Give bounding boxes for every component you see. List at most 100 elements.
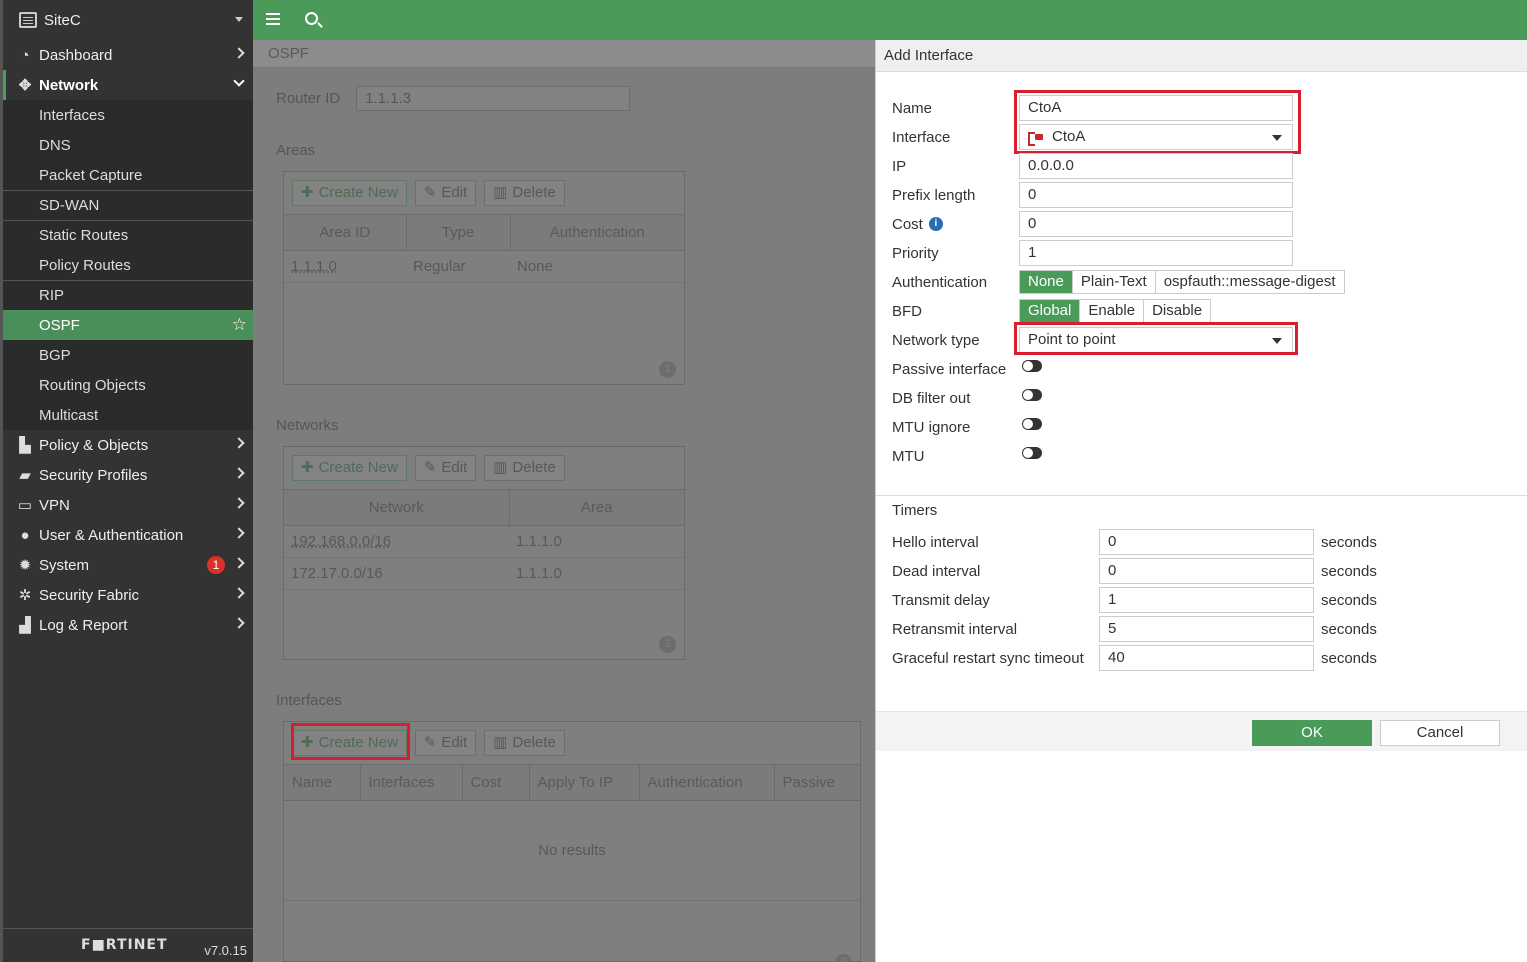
interfaces-edit-button[interactable]: ✎ Edit (414, 730, 477, 756)
areas-panel: ✚ Create New ✎ Edit ▥ Delete Area ID Type A… (283, 171, 685, 385)
column-header[interactable]: Area (509, 489, 684, 526)
column-header[interactable]: Cost (462, 764, 530, 801)
passive-toggle[interactable] (1022, 360, 1042, 372)
auth-option-plain-text[interactable]: Plain-Text (1073, 271, 1156, 293)
bar-chart-icon: ▟ (19, 617, 31, 634)
sidebar-item-policy-objects[interactable]: ▙ Policy & Objects (3, 430, 253, 460)
hello-interval-input[interactable]: 0 (1099, 529, 1314, 555)
top-bar (253, 0, 1527, 40)
sidebar-subitem-policy-routes[interactable]: Policy Routes (3, 250, 253, 280)
timer-unit: seconds (1321, 533, 1377, 551)
ok-button[interactable]: OK (1252, 720, 1372, 746)
graceful-restart-timeout-input[interactable]: 40 (1099, 645, 1314, 671)
button-label: Edit (441, 734, 468, 751)
sidebar-subitem-static-routes[interactable]: Static Routes (3, 220, 253, 250)
areas-create-button[interactable]: ✚ Create New (292, 180, 407, 206)
bfd-option-global[interactable]: Global (1020, 300, 1081, 322)
passive-row: Passive interface (892, 356, 1042, 382)
column-header[interactable]: Name (284, 764, 361, 801)
trash-icon: ▥ (493, 734, 508, 751)
retransmit-interval-input[interactable]: 5 (1099, 616, 1314, 642)
sidebar-subitem-label: SD-WAN (39, 197, 100, 214)
sidebar-subitem-dns[interactable]: DNS (3, 130, 253, 160)
timer-row: Graceful restart sync timeout 40 seconds (892, 645, 1377, 671)
sidebar-subitem-rip[interactable]: RIP (3, 280, 253, 310)
cost-input[interactable]: 0 (1019, 211, 1293, 237)
column-header[interactable]: Apply To IP (529, 764, 640, 801)
notification-badge: 1 (207, 556, 225, 574)
policy-icon: ▙ (19, 437, 31, 454)
sidebar-subitem-ospf[interactable]: OSPF ☆ (3, 310, 253, 340)
search-icon[interactable] (305, 12, 318, 25)
auth-option-message-digest[interactable]: ospfauth::message-digest (1156, 271, 1344, 293)
auth-label: Authentication (892, 273, 988, 291)
interfaces-delete-button[interactable]: ▥ Delete (484, 730, 565, 756)
timer-row: Hello interval 0 seconds (892, 529, 1377, 555)
timer-label: Transmit delay (892, 591, 990, 609)
timer-label: Dead interval (892, 562, 981, 580)
fortigate-device-icon (19, 12, 37, 28)
networks-delete-button[interactable]: ▥ Delete (484, 455, 565, 481)
table-row[interactable]: 1.1.1.0 Regular None (284, 250, 684, 283)
transmit-delay-input[interactable]: 1 (1099, 587, 1314, 613)
trash-icon: ▥ (493, 184, 508, 201)
networks-edit-button[interactable]: ✎ Edit (414, 455, 477, 481)
sidebar-item-log-report[interactable]: ▟ Log & Report (3, 610, 253, 640)
table-row[interactable]: 172.17.0.0/16 1.1.1.0 (284, 557, 684, 590)
column-header[interactable]: Area ID (284, 214, 407, 251)
prefix-input[interactable]: 0 (1019, 182, 1293, 208)
plus-icon: ✚ (301, 184, 314, 201)
sidebar-item-dashboard[interactable]: ◔ Dashboard (3, 40, 253, 70)
column-header[interactable]: Network (284, 489, 510, 526)
column-header[interactable]: Passive (774, 764, 860, 801)
sidebar-subitem-packet-capture[interactable]: Packet Capture (3, 160, 253, 190)
sidebar-item-label: Log & Report (39, 616, 128, 634)
table-row[interactable]: 192.168.0.0/16 1.1.1.0 (284, 525, 684, 558)
areas-edit-button[interactable]: ✎ Edit (414, 180, 477, 206)
column-header[interactable]: Authentication (639, 764, 775, 801)
networks-create-button[interactable]: ✚ Create New (292, 455, 407, 481)
info-icon[interactable]: i (928, 217, 943, 231)
chevron-right-icon (233, 437, 245, 449)
cancel-button[interactable]: Cancel (1380, 720, 1500, 746)
add-interface-dialog: Add Interface Name CtoA Interface CtoA I… (875, 40, 1527, 962)
dashboard-icon: ◔ (20, 46, 30, 64)
sidebar-subitem-label: OSPF (39, 316, 80, 334)
sidebar-subitem-label: Packet Capture (39, 166, 143, 184)
db-filter-toggle[interactable] (1022, 389, 1042, 401)
sidebar-subitem-bgp[interactable]: BGP (3, 340, 253, 370)
menu-icon[interactable] (266, 13, 280, 15)
sidebar-footer: F■RTINET v7.0.15 (3, 928, 253, 962)
router-id-input[interactable]: 1.1.1.3 (356, 86, 631, 111)
sidebar-subitem-sd-wan[interactable]: SD-WAN (3, 190, 253, 220)
highlight-box (1014, 322, 1298, 355)
auth-option-none[interactable]: None (1020, 271, 1073, 293)
pencil-icon: ✎ (423, 734, 437, 751)
sidebar-item-user-authentication[interactable]: ● User & Authentication (3, 520, 253, 550)
sidebar-item-security-fabric[interactable]: ✲ Security Fabric (3, 580, 253, 610)
priority-input[interactable]: 1 (1019, 240, 1293, 266)
column-header[interactable]: Type (406, 214, 511, 251)
sidebar-item-security-profiles[interactable]: ▰ Security Profiles (3, 460, 253, 490)
favorite-star-icon[interactable]: ☆ (232, 315, 247, 335)
column-header[interactable]: Interfaces (360, 764, 463, 801)
site-selector[interactable]: SiteC (3, 0, 253, 40)
table-cell: 192.168.0.0/16 (284, 525, 509, 558)
column-header[interactable]: Authentication (510, 214, 684, 251)
mtu-ignore-toggle[interactable] (1022, 418, 1042, 430)
cost-row: Cost i 0 (892, 211, 1293, 237)
sidebar-item-system[interactable]: ✹ System 1 (3, 550, 253, 580)
sidebar-item-label: System (39, 556, 90, 574)
bfd-option-enable[interactable]: Enable (1080, 300, 1145, 322)
areas-delete-button[interactable]: ▥ Delete (484, 180, 565, 206)
dead-interval-input[interactable]: 0 (1099, 558, 1314, 584)
bfd-option-disable[interactable]: Disable (1144, 300, 1210, 322)
sidebar-item-label: Policy & Objects (39, 436, 149, 454)
mtu-toggle[interactable] (1022, 447, 1042, 459)
sidebar-subitem-multicast[interactable]: Multicast (3, 400, 253, 430)
sidebar-item-vpn[interactable]: ▭ VPN (3, 490, 253, 520)
ip-input[interactable]: 0.0.0.0 (1019, 153, 1293, 179)
sidebar-subitem-interfaces[interactable]: Interfaces (3, 100, 253, 130)
sidebar-subitem-routing-objects[interactable]: Routing Objects (3, 370, 253, 400)
sidebar-item-network[interactable]: ✥ Network (3, 70, 253, 100)
